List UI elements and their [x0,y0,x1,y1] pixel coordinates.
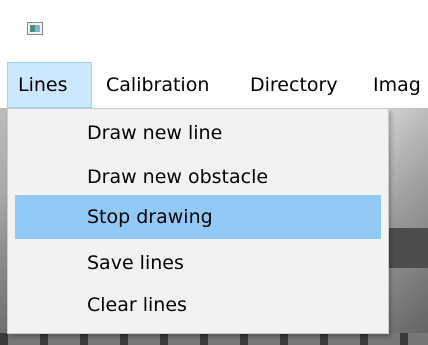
menu-image[interactable]: Imag [373,62,421,108]
menu-item-label: Draw new line [87,122,223,144]
app-icon-part-right [35,25,40,32]
menu-directory[interactable]: Directory [250,62,338,108]
menu-item-label: Draw new obstacle [87,166,269,188]
image-region-dark [385,228,428,268]
lines-dropdown-menu: Draw new line Draw new obstacle Stop dra… [7,108,389,334]
menu-item-draw-new-obstacle[interactable]: Draw new obstacle [15,155,381,199]
menu-calibration[interactable]: Calibration [106,62,209,108]
menu-item-stop-drawing[interactable]: Stop drawing [15,195,381,239]
app-window-icon[interactable] [27,22,43,35]
menu-item-label: Stop drawing [87,206,213,228]
menu-lines[interactable]: Lines [7,62,92,108]
menu-item-clear-lines[interactable]: Clear lines [15,283,381,327]
image-region-bottom [0,333,428,345]
menu-directory-label: Directory [250,74,338,96]
menu-calibration-label: Calibration [106,74,210,96]
menu-item-label: Clear lines [87,294,187,316]
menu-item-draw-new-line[interactable]: Draw new line [15,111,381,155]
menu-bar: Lines Calibration Directory Imag [0,62,428,108]
menu-item-label: Save lines [87,252,184,274]
menu-image-label: Imag [373,74,421,96]
menu-lines-label: Lines [18,74,68,96]
title-bar[interactable] [0,0,428,62]
app-window: Lines Calibration Directory Imag Draw ne… [0,0,428,345]
menu-item-save-lines[interactable]: Save lines [15,241,381,285]
